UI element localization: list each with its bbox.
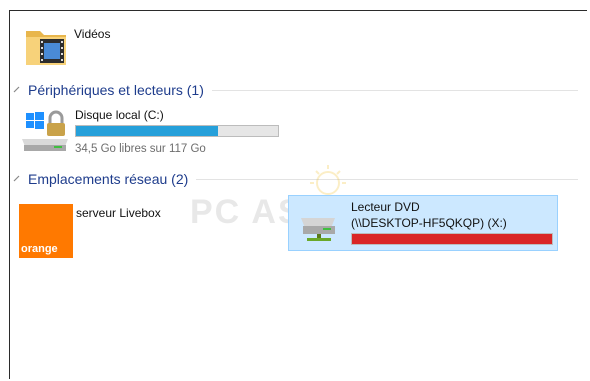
group-divider bbox=[211, 89, 578, 91]
dvd-drive-label: Lecteur DVD bbox=[351, 200, 420, 214]
explorer-content-pane: Vidéos Périphériques et lecteurs (1) Dis… bbox=[9, 10, 587, 379]
dvd-drive-usage-bar bbox=[351, 233, 553, 245]
chevron-down-icon[interactable] bbox=[12, 85, 22, 95]
drive-c-usage-bar bbox=[75, 125, 279, 137]
group-header-devices[interactable]: Périphériques et lecteurs (1) bbox=[10, 79, 578, 101]
livebox-server-label[interactable]: serveur Livebox bbox=[76, 206, 161, 220]
group-divider bbox=[196, 178, 578, 180]
dvd-drive-usage-fill bbox=[352, 234, 552, 244]
group-header-network[interactable]: Emplacements réseau (2) bbox=[10, 168, 578, 190]
orange-logo-text: orange bbox=[21, 243, 58, 255]
dvd-drive-path: (\\DESKTOP-HF5QKQP) (X:) bbox=[351, 216, 507, 230]
windows-drive-lock-icon[interactable] bbox=[20, 109, 74, 155]
drive-c-label[interactable]: Disque local (C:) bbox=[75, 108, 164, 122]
orange-logo-icon[interactable]: orange bbox=[19, 204, 73, 258]
group-title-network: Emplacements réseau (2) bbox=[28, 171, 189, 187]
network-drive-icon bbox=[297, 210, 341, 244]
dvd-network-drive-item[interactable]: Lecteur DVD (\\DESKTOP-HF5QKQP) (X:) bbox=[288, 195, 558, 251]
video-folder-icon[interactable] bbox=[24, 25, 74, 69]
group-title-devices: Périphériques et lecteurs (1) bbox=[28, 82, 204, 98]
drive-c-usage-fill bbox=[76, 126, 219, 136]
drive-c-free-space: 34,5 Go libres sur 117 Go bbox=[75, 143, 206, 155]
videos-label[interactable]: Vidéos bbox=[74, 27, 110, 41]
chevron-down-icon[interactable] bbox=[12, 174, 22, 184]
